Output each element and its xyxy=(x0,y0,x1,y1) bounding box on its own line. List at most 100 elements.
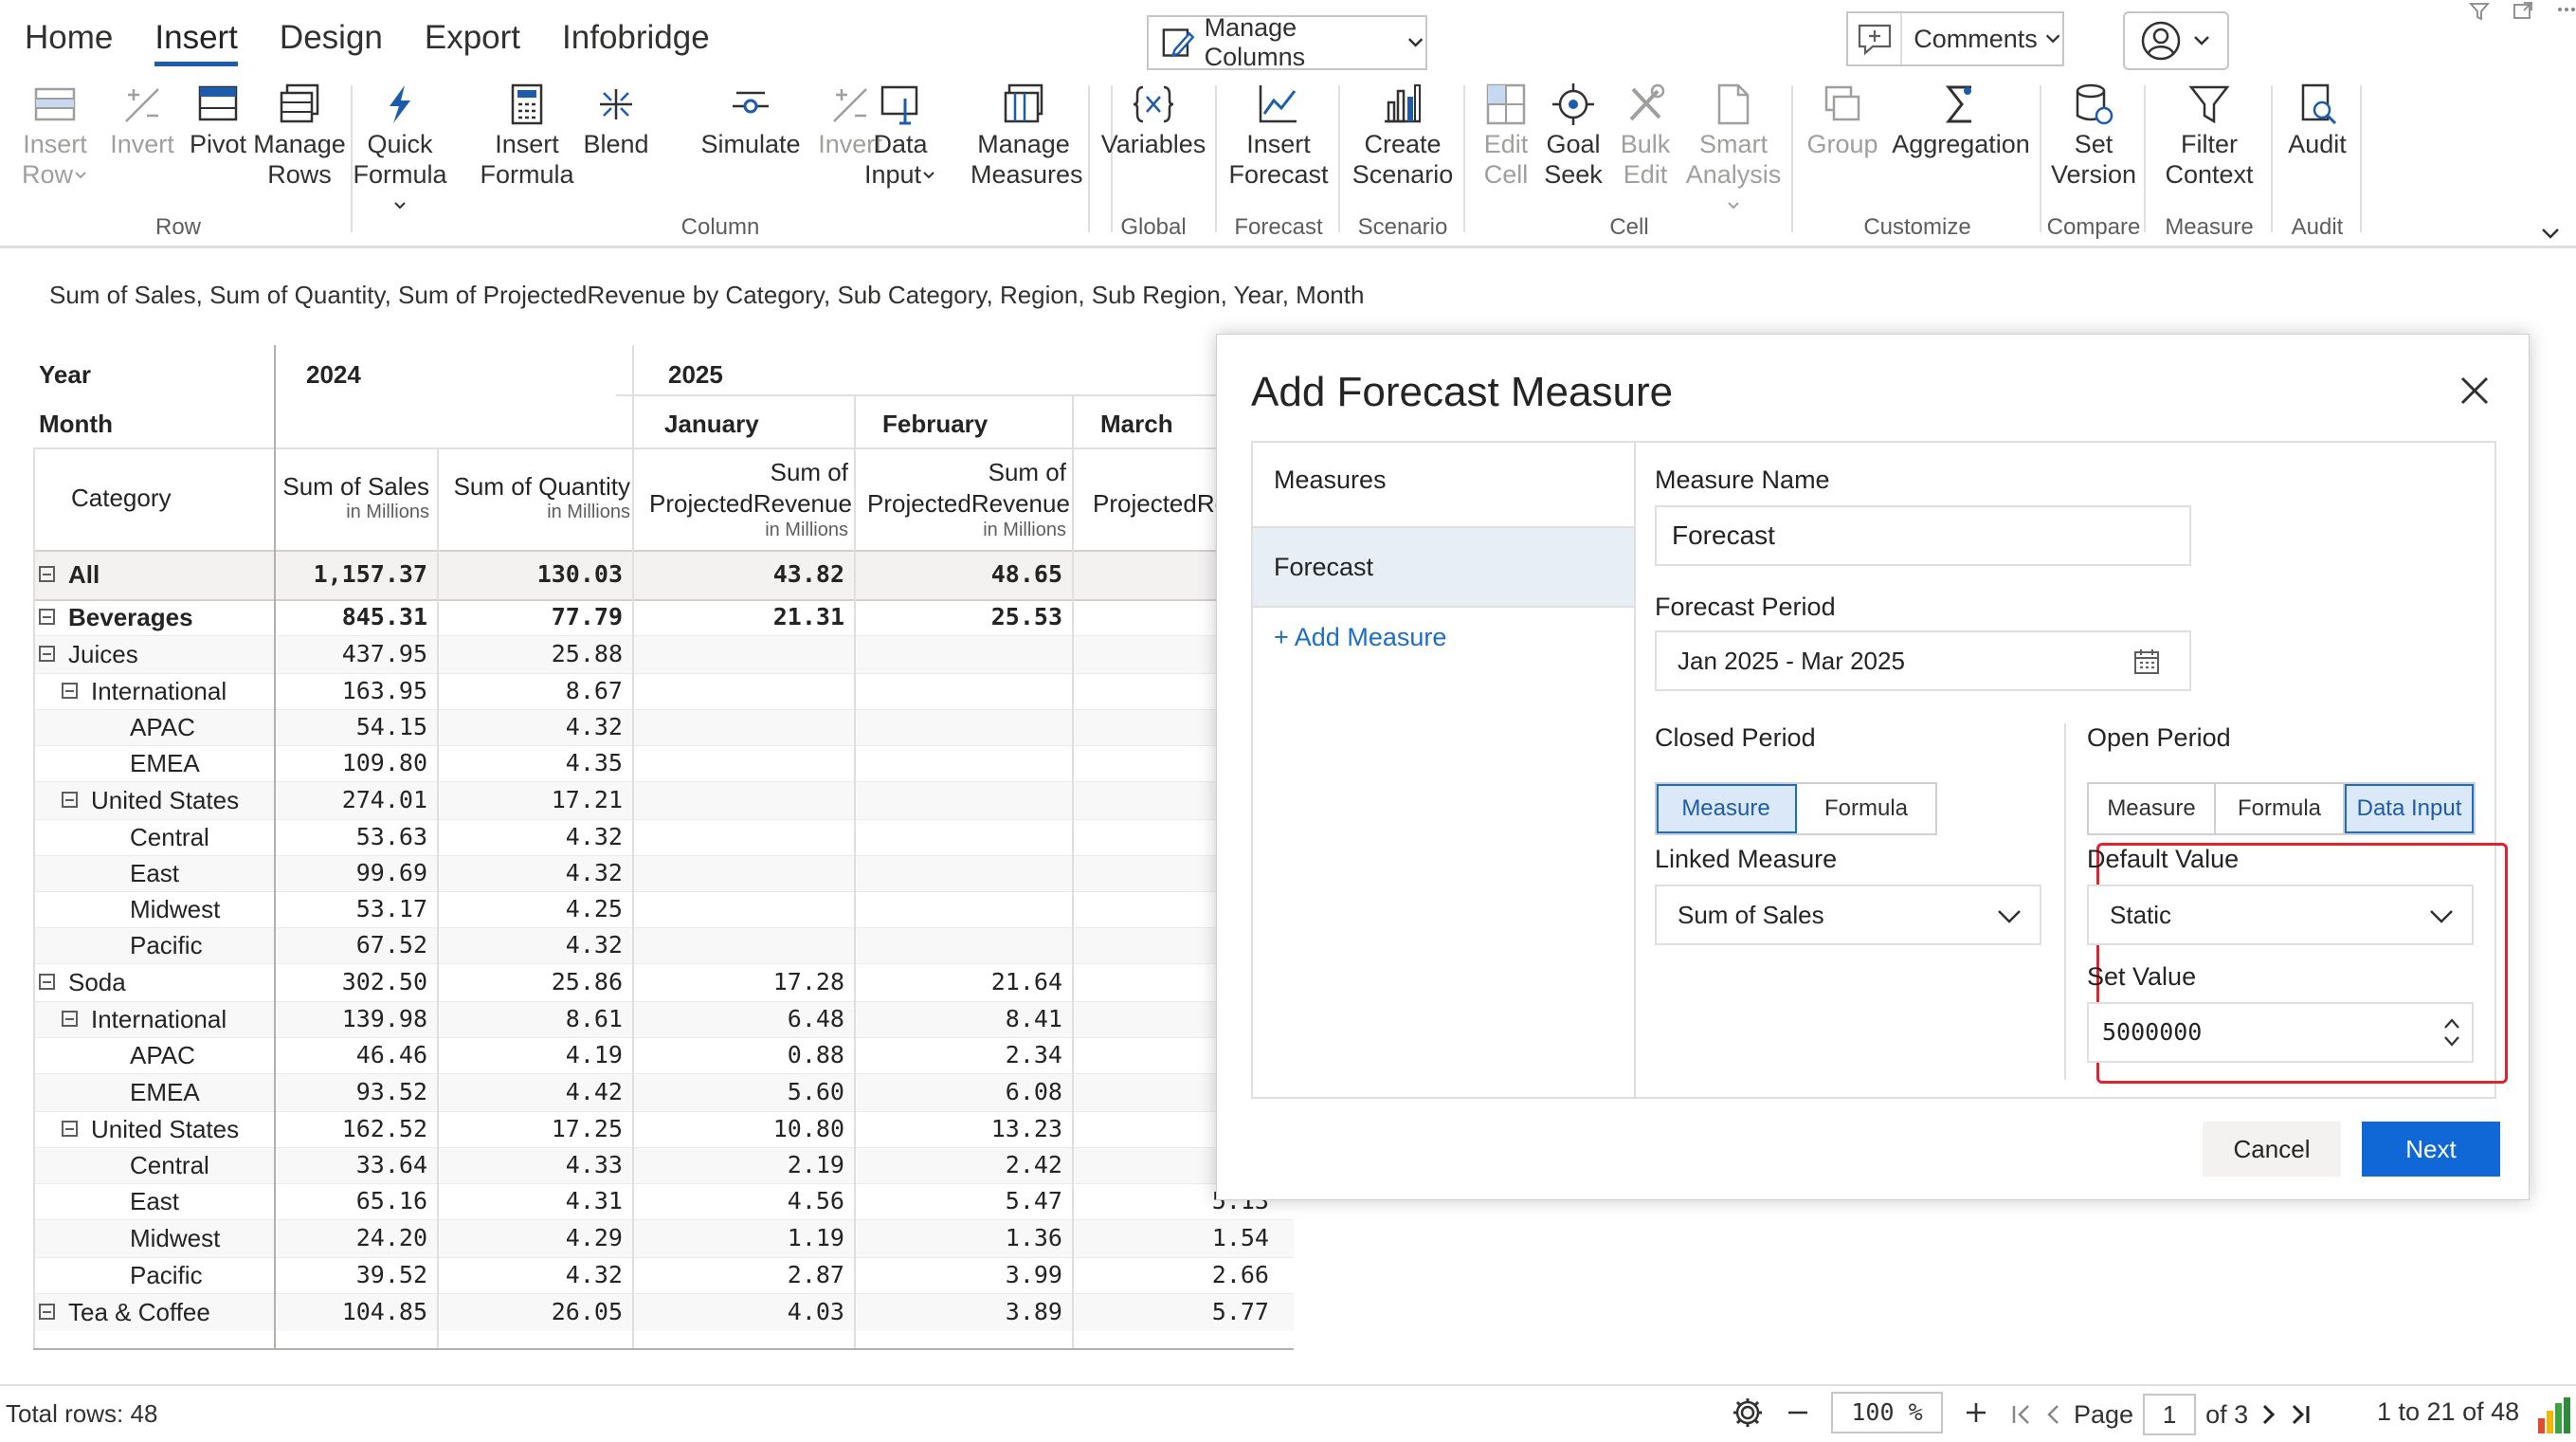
cell-sales[interactable]: 24.20 xyxy=(276,1224,427,1251)
collapse-icon[interactable] xyxy=(39,609,55,625)
set-value-input[interactable]: 5000000 xyxy=(2087,1002,2474,1063)
data-input-button[interactable]: Data Input xyxy=(861,80,940,190)
row-label[interactable]: APAC xyxy=(130,1041,195,1070)
cell-sales[interactable]: 93.52 xyxy=(276,1078,427,1105)
sum-sales-header[interactable]: Sum of Sales in Millions xyxy=(268,472,429,523)
projected-revenue-jan-header[interactable]: Sum of ProjectedRevenue in Millions xyxy=(649,457,852,540)
cell-qty[interactable]: 26.05 xyxy=(439,1298,623,1325)
cell-sales[interactable]: 274.01 xyxy=(276,786,427,813)
tab-insert[interactable]: Insert xyxy=(154,19,238,66)
sum-quantity-header[interactable]: Sum of Quantity in Millions xyxy=(431,472,630,523)
row-label[interactable]: Central xyxy=(130,823,209,852)
row-label[interactable]: Soda xyxy=(39,968,126,997)
cell-sales[interactable]: 139.98 xyxy=(276,1005,427,1032)
cell-sales[interactable]: 104.85 xyxy=(276,1298,427,1325)
cell-feb[interactable]: 21.64 xyxy=(856,968,1062,995)
cell-feb[interactable]: 48.65 xyxy=(856,560,1062,588)
cell-sales[interactable]: 99.69 xyxy=(276,859,427,886)
create-scenario-button[interactable]: Create Scenario xyxy=(1348,80,1458,190)
forecast-period-input[interactable]: Jan 2025 - Mar 2025 xyxy=(1655,630,2191,691)
row-label[interactable]: East xyxy=(130,859,179,888)
cell-sales[interactable]: 109.80 xyxy=(276,749,427,776)
cell-sales[interactable]: 163.95 xyxy=(276,677,427,704)
group-button[interactable]: Group xyxy=(1805,80,1880,159)
collapse-icon[interactable] xyxy=(39,974,55,990)
simulate-button[interactable]: Simulate xyxy=(698,80,804,159)
cell-feb[interactable]: 2.42 xyxy=(856,1151,1062,1178)
audit-button[interactable]: Audit xyxy=(2277,80,2358,159)
zoom-input[interactable]: 100 % xyxy=(1831,1392,1943,1433)
collapse-icon[interactable] xyxy=(62,792,78,808)
cell-qty[interactable]: 77.79 xyxy=(439,603,623,630)
cell-mar[interactable]: 1.54 xyxy=(1074,1224,1269,1251)
cell-qty[interactable]: 17.25 xyxy=(439,1115,623,1142)
row-label[interactable]: Midwest xyxy=(130,1224,220,1253)
default-value-select[interactable]: Static xyxy=(2087,885,2474,945)
next-button[interactable]: Next xyxy=(2362,1122,2500,1177)
cell-mar[interactable]: 5.77 xyxy=(1074,1298,1269,1325)
cell-feb[interactable]: 6.08 xyxy=(856,1078,1062,1105)
zoom-out-icon[interactable] xyxy=(1786,1400,1810,1425)
cell-feb[interactable]: 3.99 xyxy=(856,1261,1062,1288)
month-header-january[interactable]: January xyxy=(664,410,759,439)
cell-jan[interactable]: 5.60 xyxy=(634,1078,844,1105)
invert-row-button[interactable]: Invert xyxy=(100,80,184,159)
year-2024-header[interactable]: 2024 xyxy=(306,360,361,390)
manage-measures-button[interactable]: Manage Measures xyxy=(971,80,1083,190)
cell-feb[interactable]: 2.34 xyxy=(856,1041,1062,1068)
cancel-button[interactable]: Cancel xyxy=(2203,1122,2341,1177)
row-label[interactable]: All xyxy=(39,560,100,590)
row-label[interactable]: Beverages xyxy=(39,603,193,632)
row-label[interactable]: United States xyxy=(62,786,239,815)
zoom-in-icon[interactable] xyxy=(1964,1400,1988,1425)
bulk-edit-button[interactable]: Bulk Edit xyxy=(1611,80,1679,190)
cell-qty[interactable]: 25.88 xyxy=(439,640,623,667)
cell-qty[interactable]: 4.19 xyxy=(439,1041,623,1068)
closed-option-formula[interactable]: Formula xyxy=(1797,784,1935,833)
goal-seek-button[interactable]: Goal Seek xyxy=(1537,80,1609,190)
open-option-formula[interactable]: Formula xyxy=(2216,784,2345,833)
row-label[interactable]: EMEA xyxy=(130,1078,200,1107)
row-label[interactable]: Pacific xyxy=(130,1261,203,1290)
row-label[interactable]: Pacific xyxy=(130,931,203,960)
cell-sales[interactable]: 302.50 xyxy=(276,968,427,995)
cell-feb[interactable]: 25.53 xyxy=(856,603,1062,630)
row-label[interactable]: International xyxy=(62,1005,227,1034)
cell-jan[interactable]: 2.19 xyxy=(634,1151,844,1178)
projected-revenue-feb-header[interactable]: Sum of ProjectedRevenue in Millions xyxy=(867,457,1070,540)
comments-button[interactable]: Comments xyxy=(1846,11,2064,66)
open-option-measure[interactable]: Measure xyxy=(2089,784,2216,833)
page-number-input[interactable]: 1 xyxy=(2143,1394,2197,1435)
blend-button[interactable]: Blend xyxy=(578,80,654,159)
row-label[interactable]: International xyxy=(62,677,227,706)
collapse-icon[interactable] xyxy=(39,646,55,662)
aggregation-button[interactable]: Aggregation xyxy=(1890,80,2032,159)
cell-jan[interactable]: 10.80 xyxy=(634,1115,844,1142)
collapse-icon[interactable] xyxy=(39,566,55,582)
insert-formula-button[interactable]: Insert Formula xyxy=(480,80,574,190)
cell-sales[interactable]: 53.63 xyxy=(276,823,427,850)
cell-qty[interactable]: 17.21 xyxy=(439,786,623,813)
calendar-icon[interactable] xyxy=(2132,648,2161,676)
cell-feb[interactable]: 3.89 xyxy=(856,1298,1062,1325)
add-measure-link[interactable]: + Add Measure xyxy=(1274,623,1446,652)
variables-button[interactable]: Variables xyxy=(1099,80,1207,159)
smart-analysis-button[interactable]: Smart Analysis xyxy=(1679,80,1787,220)
cell-sales[interactable]: 162.52 xyxy=(276,1115,427,1142)
collapse-icon[interactable] xyxy=(62,1011,78,1027)
open-option-data-input[interactable]: Data Input xyxy=(2345,784,2474,833)
set-version-button[interactable]: Set Version xyxy=(2041,80,2146,190)
cell-sales[interactable]: 437.95 xyxy=(276,640,427,667)
cell-jan[interactable]: 43.82 xyxy=(634,560,844,588)
row-label[interactable]: Central xyxy=(130,1151,209,1180)
filter-context-button[interactable]: Filter Context xyxy=(2155,80,2263,190)
measure-name-input[interactable]: Forecast xyxy=(1655,505,2191,566)
cell-jan[interactable]: 1.19 xyxy=(634,1224,844,1251)
cell-sales[interactable]: 39.52 xyxy=(276,1261,427,1288)
spinner-arrows-icon[interactable] xyxy=(2441,1015,2462,1050)
settings-gear-icon[interactable] xyxy=(1731,1396,1765,1430)
cell-feb[interactable]: 5.47 xyxy=(856,1187,1062,1214)
cell-sales[interactable]: 33.64 xyxy=(276,1151,427,1178)
month-header-february[interactable]: February xyxy=(882,410,988,439)
insert-row-button[interactable]: Insert Row xyxy=(9,80,100,190)
